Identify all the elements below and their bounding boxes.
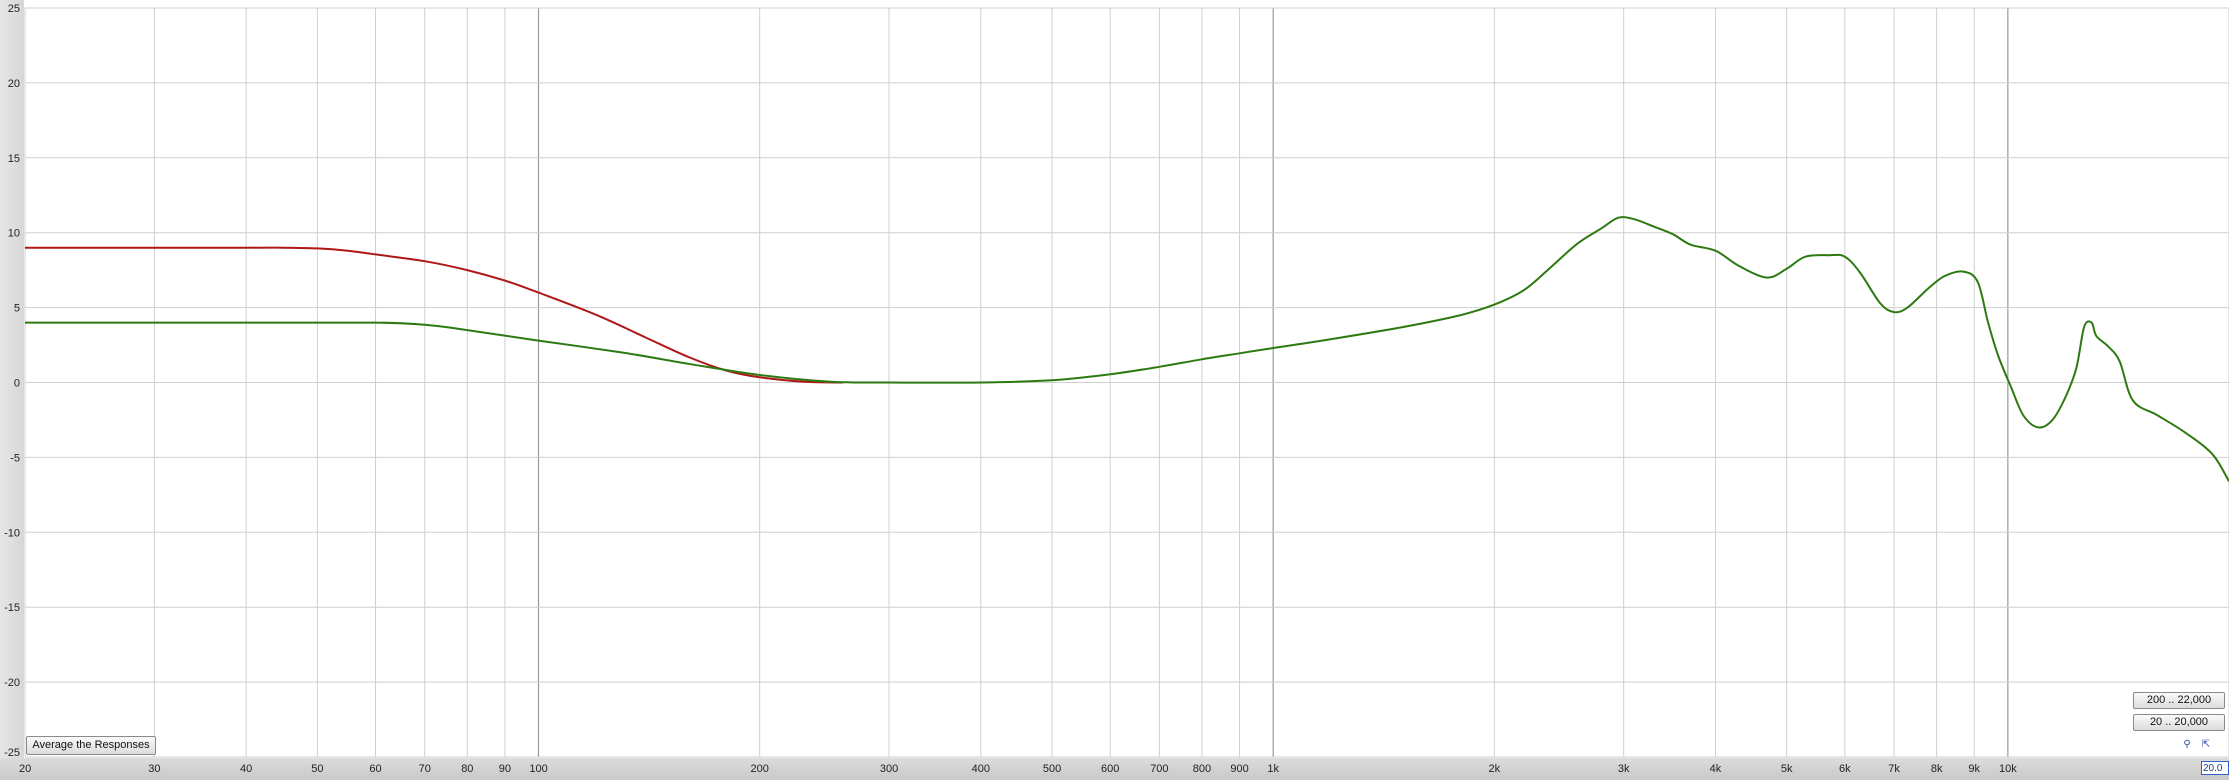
- x-tick-label: 7k: [1888, 763, 1900, 775]
- average-responses-button[interactable]: Average the Responses: [26, 736, 156, 755]
- cursor-tool-icon[interactable]: ⇱: [2199, 739, 2213, 751]
- x-tick-label: 8k: [1931, 763, 1943, 775]
- x-tick-label: 70: [419, 763, 431, 775]
- x-tick-label: 9k: [1968, 763, 1980, 775]
- x-tick-label: 4k: [1710, 763, 1722, 775]
- frequency-response-chart: 2520151050-5-10-15-20-2520 30 40 50 60 70 80 90…: [4, 3, 2229, 775]
- y-tick-label: 5: [14, 303, 20, 315]
- x-tick-label: 2k: [1489, 763, 1501, 775]
- y-tick-label: -25: [4, 747, 20, 759]
- x-tick-label: 400: [972, 763, 990, 775]
- x-tick-label: 800: [1193, 763, 1211, 775]
- x-tick-label: 90: [499, 763, 511, 775]
- y-tick-label: -15: [4, 602, 20, 614]
- x-tick-label: 100: [529, 763, 547, 775]
- range-200-22000-button[interactable]: 200 .. 22,000: [2133, 692, 2225, 709]
- y-tick-label: -20: [4, 677, 20, 689]
- y-tick-label: 20: [8, 78, 20, 90]
- series-line-2: [25, 216, 2229, 482]
- x-tick-label: 500: [1043, 763, 1061, 775]
- x-tick-label: 3k: [1618, 763, 1630, 775]
- y-tick-label: 25: [8, 3, 20, 15]
- y-tick-label: 10: [8, 228, 20, 240]
- x-tick-label: 900: [1230, 763, 1248, 775]
- y-tick-label: -10: [4, 527, 20, 539]
- x-tick-label: 40: [240, 763, 252, 775]
- x-tick-label: 6k: [1839, 763, 1851, 775]
- x-tick-label: 600: [1101, 763, 1119, 775]
- x-tick-label: 60: [369, 763, 381, 775]
- zoom-tool-icon[interactable]: ⚲: [2180, 739, 2194, 751]
- x-tick-label: 5k: [1781, 763, 1793, 775]
- x-tick-label: 30: [148, 763, 160, 775]
- x-tick-label: 80: [461, 763, 473, 775]
- x-tick-label: 50: [311, 763, 323, 775]
- x-tick-label: 200: [750, 763, 768, 775]
- x-tick-label: 300: [880, 763, 898, 775]
- y-tick-label: 0: [14, 378, 20, 390]
- x-tick-label: 10k: [1999, 763, 2017, 775]
- x-tick-label: 1k: [1267, 763, 1279, 775]
- series-line-1: [25, 246, 844, 384]
- y-tick-label: 15: [8, 153, 20, 165]
- rew-graph-window: 25 20 15 10 5 0 -5 -10 -15 -20 -25 20 30 40 50 60 70 80 90…: [0, 0, 2229, 780]
- x-tick-label: 700: [1150, 763, 1168, 775]
- frequency-input[interactable]: [2201, 761, 2229, 775]
- x-tick-label: 20: [19, 763, 31, 775]
- range-20-20000-button[interactable]: 20 .. 20,000: [2133, 714, 2225, 731]
- y-tick-label: -5: [10, 452, 20, 464]
